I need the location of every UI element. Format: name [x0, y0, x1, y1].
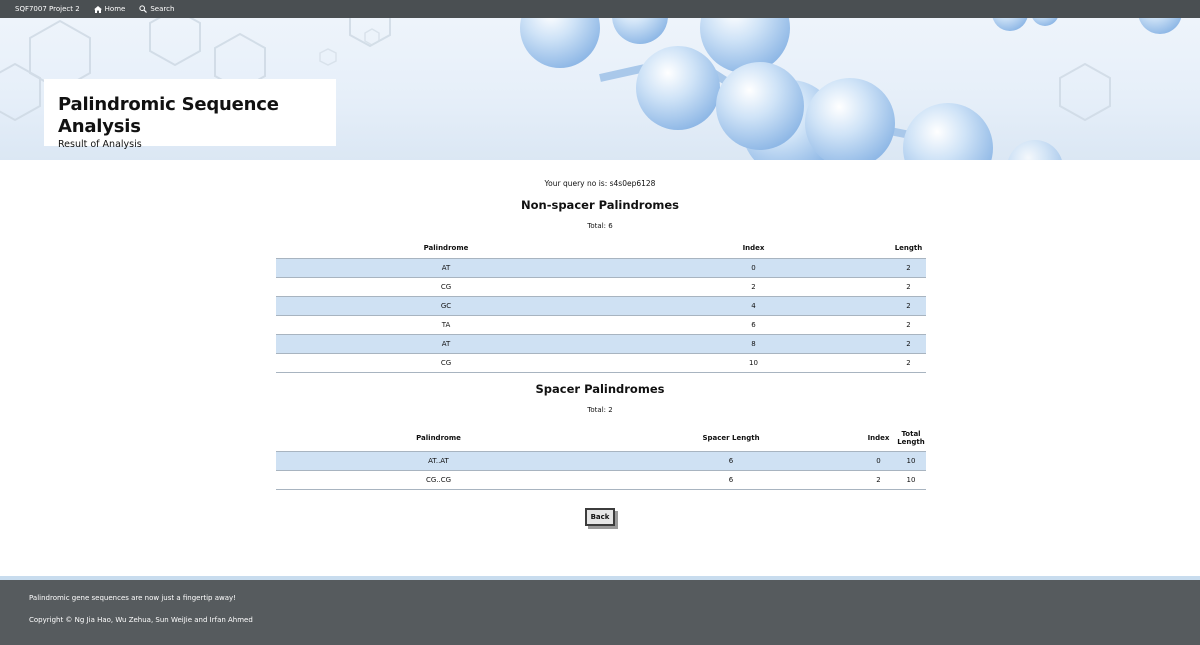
footer-copyright: Copyright © Ng Jia Hao, Wu Zehua, Sun We… — [29, 616, 253, 624]
table-cell: 0 — [861, 450, 896, 470]
table-cell: AT..AT — [276, 450, 601, 470]
table-cell: 10 — [896, 450, 926, 470]
table-cell: TA — [276, 314, 616, 334]
table-cell: 6 — [601, 469, 861, 490]
nav-home[interactable]: Home — [93, 5, 126, 13]
results-section: Your query no is: s4s0ep6128 Non-spacer … — [0, 160, 1200, 576]
table-row: CG 2 2 — [276, 276, 926, 296]
header-banner: Palindromic Sequence Analysis Result of … — [0, 18, 1200, 160]
table-cell: 6 — [616, 314, 891, 334]
table-cell: 2 — [891, 276, 926, 296]
table-row: AT 8 2 — [276, 333, 926, 353]
column-header: Spacer Length — [601, 426, 861, 452]
table-cell: 6 — [601, 450, 861, 470]
column-header: Total Length — [896, 426, 926, 452]
table-cell: AT — [276, 257, 616, 277]
non-spacer-heading: Non-spacer Palindromes — [521, 198, 679, 212]
table-cell: AT — [276, 333, 616, 353]
page-subtitle: Result of Analysis — [58, 139, 142, 150]
table-header-row: Palindrome Spacer Length Index Total Len… — [276, 426, 926, 452]
spacer-total: Total: 2 — [587, 406, 613, 414]
column-header: Length — [891, 239, 926, 259]
table-cell: 2 — [891, 333, 926, 353]
table-cell: 0 — [616, 257, 891, 277]
table-cell: 2 — [891, 314, 926, 334]
column-header: Palindrome — [276, 426, 601, 452]
table-cell: CG..CG — [276, 469, 601, 490]
table-cell: CG — [276, 276, 616, 296]
table-row: CG 10 2 — [276, 352, 926, 373]
table-cell: 2 — [891, 352, 926, 373]
back-button[interactable]: Back — [585, 508, 615, 526]
column-header: Index — [616, 239, 891, 259]
page-footer: Palindromic gene sequences are now just … — [0, 580, 1200, 645]
home-icon — [93, 5, 102, 13]
table-cell: 2 — [891, 257, 926, 277]
search-icon — [139, 5, 148, 13]
column-header: Index — [861, 426, 896, 452]
nav-search-label: Search — [150, 5, 175, 13]
spacer-table: Palindrome Spacer Length Index Total Len… — [276, 426, 926, 490]
footer-tagline: Palindromic gene sequences are now just … — [29, 594, 236, 602]
table-cell: 2 — [891, 295, 926, 315]
nav-home-label: Home — [104, 5, 126, 13]
table-cell: 2 — [616, 276, 891, 296]
brand-link[interactable]: SQF7007 Project 2 — [15, 5, 80, 13]
table-row: GC 4 2 — [276, 295, 926, 315]
non-spacer-total: Total: 6 — [587, 222, 613, 230]
table-cell: 10 — [896, 469, 926, 490]
table-header-row: Palindrome Index Length — [276, 239, 926, 259]
top-navbar: SQF7007 Project 2 Home Search — [0, 0, 1200, 18]
column-header: Palindrome — [276, 239, 616, 259]
table-cell: CG — [276, 352, 616, 373]
table-row: TA 6 2 — [276, 314, 926, 334]
spacer-heading: Spacer Palindromes — [535, 382, 665, 396]
table-row: AT..AT 6 0 10 — [276, 450, 926, 470]
table-cell: 4 — [616, 295, 891, 315]
table-row: AT 0 2 — [276, 257, 926, 277]
table-cell: 2 — [861, 469, 896, 490]
table-cell: GC — [276, 295, 616, 315]
title-box: Palindromic Sequence Analysis Result of … — [44, 79, 336, 150]
nav-search[interactable]: Search — [139, 5, 174, 13]
page-title: Palindromic Sequence Analysis — [58, 94, 279, 137]
table-row: CG..CG 6 2 10 — [276, 469, 926, 490]
query-number: Your query no is: s4s0ep6128 — [544, 179, 656, 188]
table-cell: 8 — [616, 333, 891, 353]
non-spacer-table: Palindrome Index Length AT 0 2 CG 2 2 GC… — [276, 239, 926, 373]
table-cell: 10 — [616, 352, 891, 373]
